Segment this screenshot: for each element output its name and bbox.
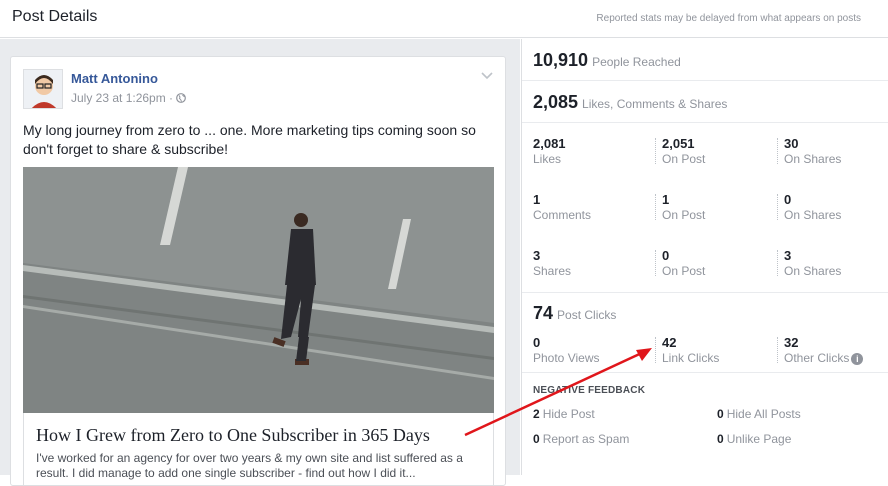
engagement-row: 2,085 Likes, Comments & Shares (522, 81, 888, 123)
hide-all-posts[interactable]: 0 Hide All Posts (717, 407, 801, 421)
comments-row: 1 Comments 1 On Post 0 On Shares (522, 179, 888, 235)
divider (777, 337, 778, 363)
shares-on-shares[interactable]: 3 On Shares (784, 248, 841, 279)
chevron-down-icon[interactable] (481, 69, 493, 83)
likes-on-post[interactable]: 2,051 On Post (662, 136, 705, 167)
globe-icon (176, 91, 187, 105)
engagement-value: 2,085 (533, 92, 579, 112)
clicks-row: 74 Post Clicks 0 Photo Views 42 Link Clicks… (522, 293, 888, 373)
likes-on-shares[interactable]: 30 On Shares (784, 136, 841, 167)
reach-row: 10,910 People Reached (522, 39, 888, 81)
hide-post[interactable]: 2 Hide Post (533, 407, 595, 421)
shares-total[interactable]: 3 Shares (533, 248, 571, 279)
likes-total[interactable]: 2,081 Likes (533, 136, 566, 167)
divider (655, 138, 656, 164)
report-as-spam[interactable]: 0 Report as Spam (533, 432, 629, 446)
unlike-page[interactable]: 0 Unlike Page (717, 432, 791, 446)
link-description: I've worked for an agency for over two y… (36, 451, 463, 480)
post-clicks-value: 74 (533, 303, 554, 323)
post-card: Matt Antonino July 23 at 1:26pm · My lon… (10, 56, 506, 486)
page-title: Post Details (12, 8, 98, 25)
photo-views[interactable]: 0 Photo Views (533, 335, 600, 366)
other-clicks[interactable]: 32 Other Clicks i (784, 335, 864, 366)
post-meta: July 23 at 1:26pm · (71, 91, 187, 105)
comments-on-shares[interactable]: 0 On Shares (784, 192, 841, 223)
page-header: Post Details Reported stats may be delay… (0, 0, 888, 38)
comments-on-post[interactable]: 1 On Post (662, 192, 705, 223)
post-text: My long journey from zero to ... one. Mo… (23, 122, 476, 157)
people-reached-label: People Reached (592, 55, 681, 69)
divider (777, 250, 778, 276)
divider (777, 138, 778, 164)
avatar[interactable] (23, 69, 63, 109)
post-date[interactable]: July 23 at 1:26pm · (71, 91, 176, 105)
divider (655, 337, 656, 363)
link-title[interactable]: How I Grew from Zero to One Subscriber i… (36, 425, 430, 446)
divider (655, 194, 656, 220)
stats-panel: 10,910 People Reached 2,085 Likes, Comment… (521, 39, 888, 475)
shares-on-post[interactable]: 0 On Post (662, 248, 705, 279)
info-icon[interactable]: i (851, 352, 864, 365)
comments-total[interactable]: 1 Comments (533, 192, 591, 223)
shares-row: 3 Shares 0 On Post 3 On Shares (522, 235, 888, 293)
divider (655, 250, 656, 276)
divider (777, 194, 778, 220)
post-clicks-label: Post Clicks (557, 308, 617, 322)
stats-delay-note: Reported stats may be delayed from what … (596, 13, 861, 24)
post-photo[interactable] (23, 167, 494, 413)
people-reached-value: 10,910 (533, 50, 589, 70)
author-name[interactable]: Matt Antonino (71, 71, 158, 86)
link-clicks[interactable]: 42 Link Clicks (662, 335, 719, 366)
likes-row: 2,081 Likes 2,051 On Post 30 On Shares (522, 123, 888, 179)
link-preview[interactable]: How I Grew from Zero to One Subscriber i… (23, 413, 494, 485)
negative-feedback-title: NEGATIVE FEEDBACK (533, 385, 646, 396)
engagement-label: Likes, Comments & Shares (582, 97, 728, 111)
